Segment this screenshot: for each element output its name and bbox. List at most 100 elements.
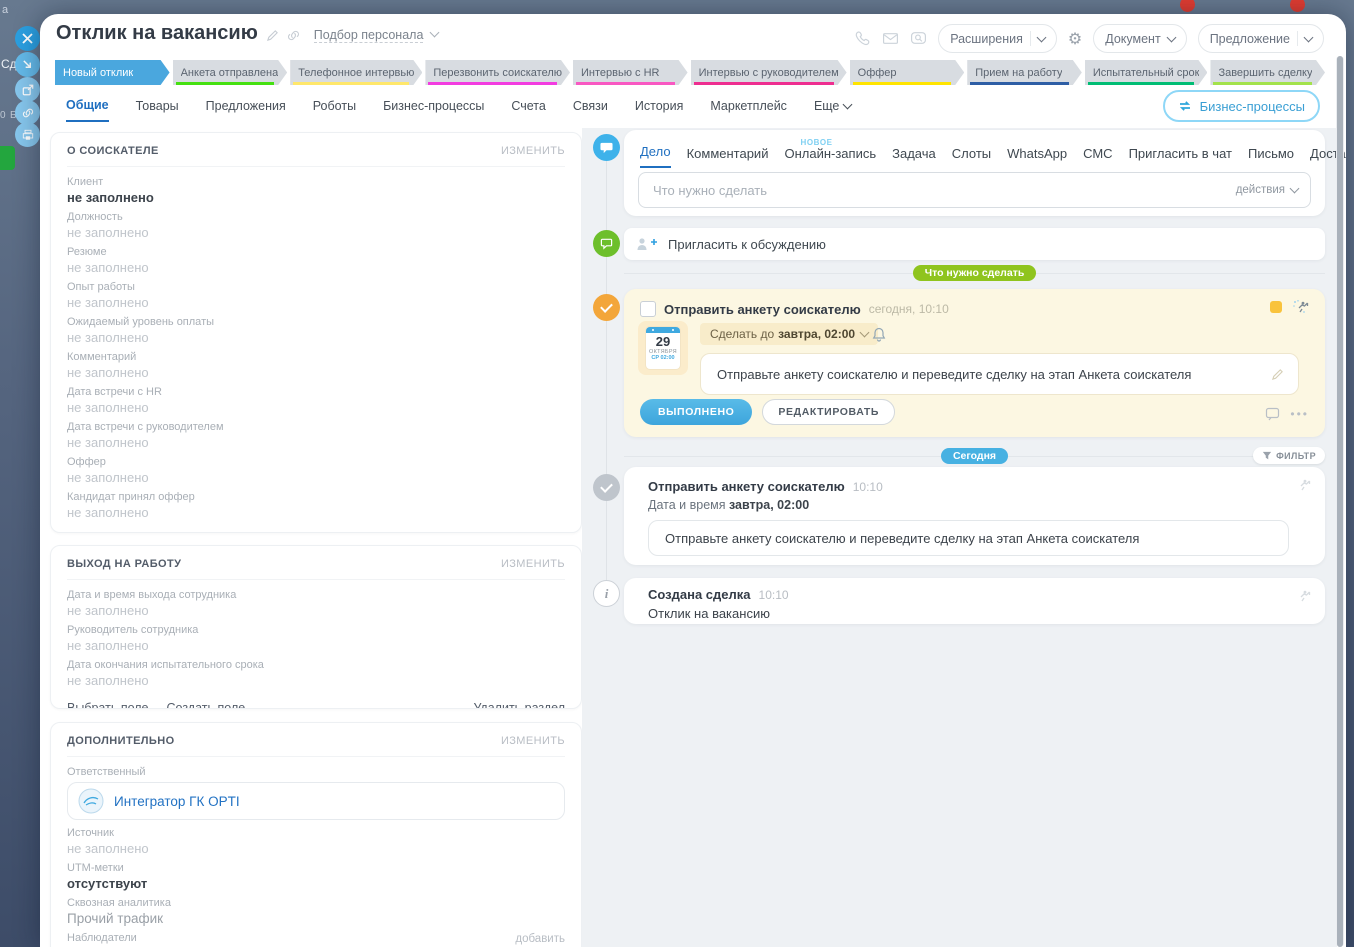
field-position: Должностьне заполнено xyxy=(67,211,565,241)
task-description-box[interactable]: Отправьте анкету соискателю и переведите… xyxy=(700,353,1299,395)
automation-ping-icon-faded xyxy=(1294,477,1311,492)
scrollbar-thumb[interactable] xyxy=(1337,56,1343,947)
chevron-down-icon xyxy=(1304,32,1314,42)
tab-business-processes[interactable]: Бизнес-процессы xyxy=(383,98,484,122)
select-field-link[interactable]: Выбрать поле xyxy=(67,701,149,709)
more-actions-icon[interactable]: ••• xyxy=(1290,411,1309,417)
tab-general[interactable]: Общие xyxy=(66,98,109,122)
printer-icon xyxy=(22,129,34,141)
copy-link-title-icon[interactable] xyxy=(287,29,300,42)
section-edit-link[interactable]: ИЗМЕНИТЬ xyxy=(501,735,565,747)
section-title: О СОИСКАТЕЛЕ xyxy=(67,145,159,157)
task-checkbox[interactable] xyxy=(640,301,656,317)
composer-input[interactable] xyxy=(651,182,1236,199)
composer-chat-icon xyxy=(593,134,620,161)
entry-description-box: Отправьте анкету соискателю и переведите… xyxy=(648,520,1289,556)
delete-section-link[interactable]: Удалить раздел xyxy=(473,701,565,709)
composer-tab-invite-chat[interactable]: Пригласить в чат xyxy=(1129,146,1232,168)
stage-close-deal[interactable]: Завершить сделку xyxy=(1210,60,1325,85)
tab-links[interactable]: Связи xyxy=(573,98,608,122)
create-field-link[interactable]: Создать поле xyxy=(167,701,246,709)
composer-tab-email[interactable]: Письмо xyxy=(1248,146,1294,168)
section-title: ВЫХОД НА РАБОТУ xyxy=(67,558,181,570)
timeline-entry-created[interactable]: Создана сделка 10:10 Отклик на вакансию xyxy=(624,578,1325,624)
entry-title[interactable]: Отправить анкету соискателю xyxy=(648,479,845,494)
chevron-down-icon xyxy=(1290,184,1300,194)
panel-scrollbar[interactable] xyxy=(1336,56,1344,947)
document-label: Документ xyxy=(1105,32,1160,46)
mail-icon[interactable] xyxy=(882,30,899,47)
composer-tab-online-booking[interactable]: НОВОЕОнлайн-запись xyxy=(784,146,876,168)
field-resume: Резюмене заполнено xyxy=(67,246,565,276)
business-processes-button[interactable]: Бизнес-процессы xyxy=(1163,90,1320,122)
chevron-down-icon xyxy=(860,328,870,338)
composer-actions-button[interactable]: действия xyxy=(1236,184,1298,196)
stage-color-bar xyxy=(853,82,952,85)
stage-hiring[interactable]: Прием на работу xyxy=(967,60,1082,85)
responsible-name[interactable]: Интегратор ГК OPTI xyxy=(114,794,240,809)
stage-hr-interview[interactable]: Интервью с HR xyxy=(573,60,688,85)
edit-description-icon[interactable] xyxy=(1271,368,1284,381)
composer-tab-sms[interactable]: СМС xyxy=(1083,146,1112,168)
backdrop-green-bar xyxy=(0,146,15,170)
composer-tab-slots[interactable]: Слоты xyxy=(952,146,991,168)
note-comment-icon[interactable] xyxy=(1265,407,1280,421)
add-watcher-link[interactable]: добавить xyxy=(515,933,565,945)
tab-more[interactable]: Еще xyxy=(814,98,851,122)
stage-color-bar xyxy=(293,82,409,85)
tab-robots[interactable]: Роботы xyxy=(313,98,356,122)
gear-icon[interactable]: ⚙ xyxy=(1068,29,1082,48)
cycle-arrows-icon xyxy=(1178,100,1192,112)
extensions-label: Расширения xyxy=(950,32,1023,46)
composer-tab-whatsapp[interactable]: WhatsApp xyxy=(1007,146,1067,168)
field-manager-meeting-date: Дата встречи с руководителемне заполнено xyxy=(67,421,565,451)
tab-marketplace[interactable]: Маркетплейс xyxy=(710,98,787,122)
stage-callback[interactable]: Перезвонить соискателю xyxy=(425,60,570,85)
responsible-user-chip[interactable]: Интегратор ГК OPTI xyxy=(67,782,565,820)
automation-ping-icon-faded xyxy=(1294,588,1311,603)
stage-new-response[interactable]: Новый отклик xyxy=(55,60,170,85)
edit-task-button[interactable]: РЕДАКТИРОВАТЬ xyxy=(762,399,895,425)
section-edit-link[interactable]: ИЗМЕНИТЬ xyxy=(501,145,565,157)
task-title[interactable]: Отправить анкету соискателю xyxy=(664,302,861,317)
stage-manager-interview[interactable]: Интервью с руководителем xyxy=(691,60,847,85)
stage-color-bar xyxy=(970,82,1069,85)
offer-button[interactable]: Предложение xyxy=(1198,24,1324,53)
automation-ping-icon[interactable] xyxy=(1292,299,1309,314)
invite-to-discussion[interactable]: Пригласить к обсуждению xyxy=(624,228,1325,260)
reminder-bell-icon[interactable] xyxy=(872,327,886,342)
breadcrumb[interactable]: Подбор персонала xyxy=(314,28,424,43)
field-expected-pay: Ожидаемый уровень оплатыне заполнено xyxy=(67,316,565,346)
tab-quotes[interactable]: Предложения xyxy=(206,98,286,122)
tab-products[interactable]: Товары xyxy=(136,98,179,122)
edit-title-icon[interactable] xyxy=(266,29,279,42)
composer-tab-comment[interactable]: Комментарий xyxy=(687,146,769,168)
close-button[interactable] xyxy=(15,26,40,51)
comment-bubble-icon xyxy=(593,230,620,257)
composer-tab-activity[interactable]: Дело xyxy=(640,144,671,168)
tab-invoices[interactable]: Счета xyxy=(511,98,545,122)
complete-task-button[interactable]: ВЫПОЛНЕНО xyxy=(640,399,752,425)
phone-icon[interactable] xyxy=(854,30,871,47)
entry-title[interactable]: Создана сделка xyxy=(648,587,751,602)
stage-probation[interactable]: Испытательный срок xyxy=(1085,60,1208,85)
tab-history[interactable]: История xyxy=(635,98,683,122)
timeline-filter-button[interactable]: ФИЛЬТР xyxy=(1253,447,1325,464)
task-due-selector[interactable]: Сделать до завтра, 02:00 xyxy=(700,323,878,345)
stage-form-sent[interactable]: Анкета отправлена xyxy=(173,60,288,85)
composer-tab-task[interactable]: Задача xyxy=(892,146,936,168)
collapse-button[interactable] xyxy=(15,52,40,77)
calendar-icon xyxy=(646,327,680,333)
due-value: завтра, 02:00 xyxy=(778,327,855,341)
print-button[interactable] xyxy=(15,122,40,147)
timeline-entry-task[interactable]: Отправить анкету соискателю 10:10 Дата и… xyxy=(624,467,1325,565)
chat-search-icon[interactable] xyxy=(910,30,927,47)
document-button[interactable]: Документ xyxy=(1093,24,1186,53)
open-in-new-window-button[interactable] xyxy=(15,77,40,102)
todo-divider: Что нужно сделать xyxy=(624,265,1325,281)
stage-phone-interview[interactable]: Телефонное интервью xyxy=(290,60,422,85)
extensions-button[interactable]: Расширения xyxy=(938,24,1057,53)
stage-offer[interactable]: Оффер xyxy=(850,60,965,85)
stage-color-bar xyxy=(176,82,275,85)
section-edit-link[interactable]: ИЗМЕНИТЬ xyxy=(501,558,565,570)
